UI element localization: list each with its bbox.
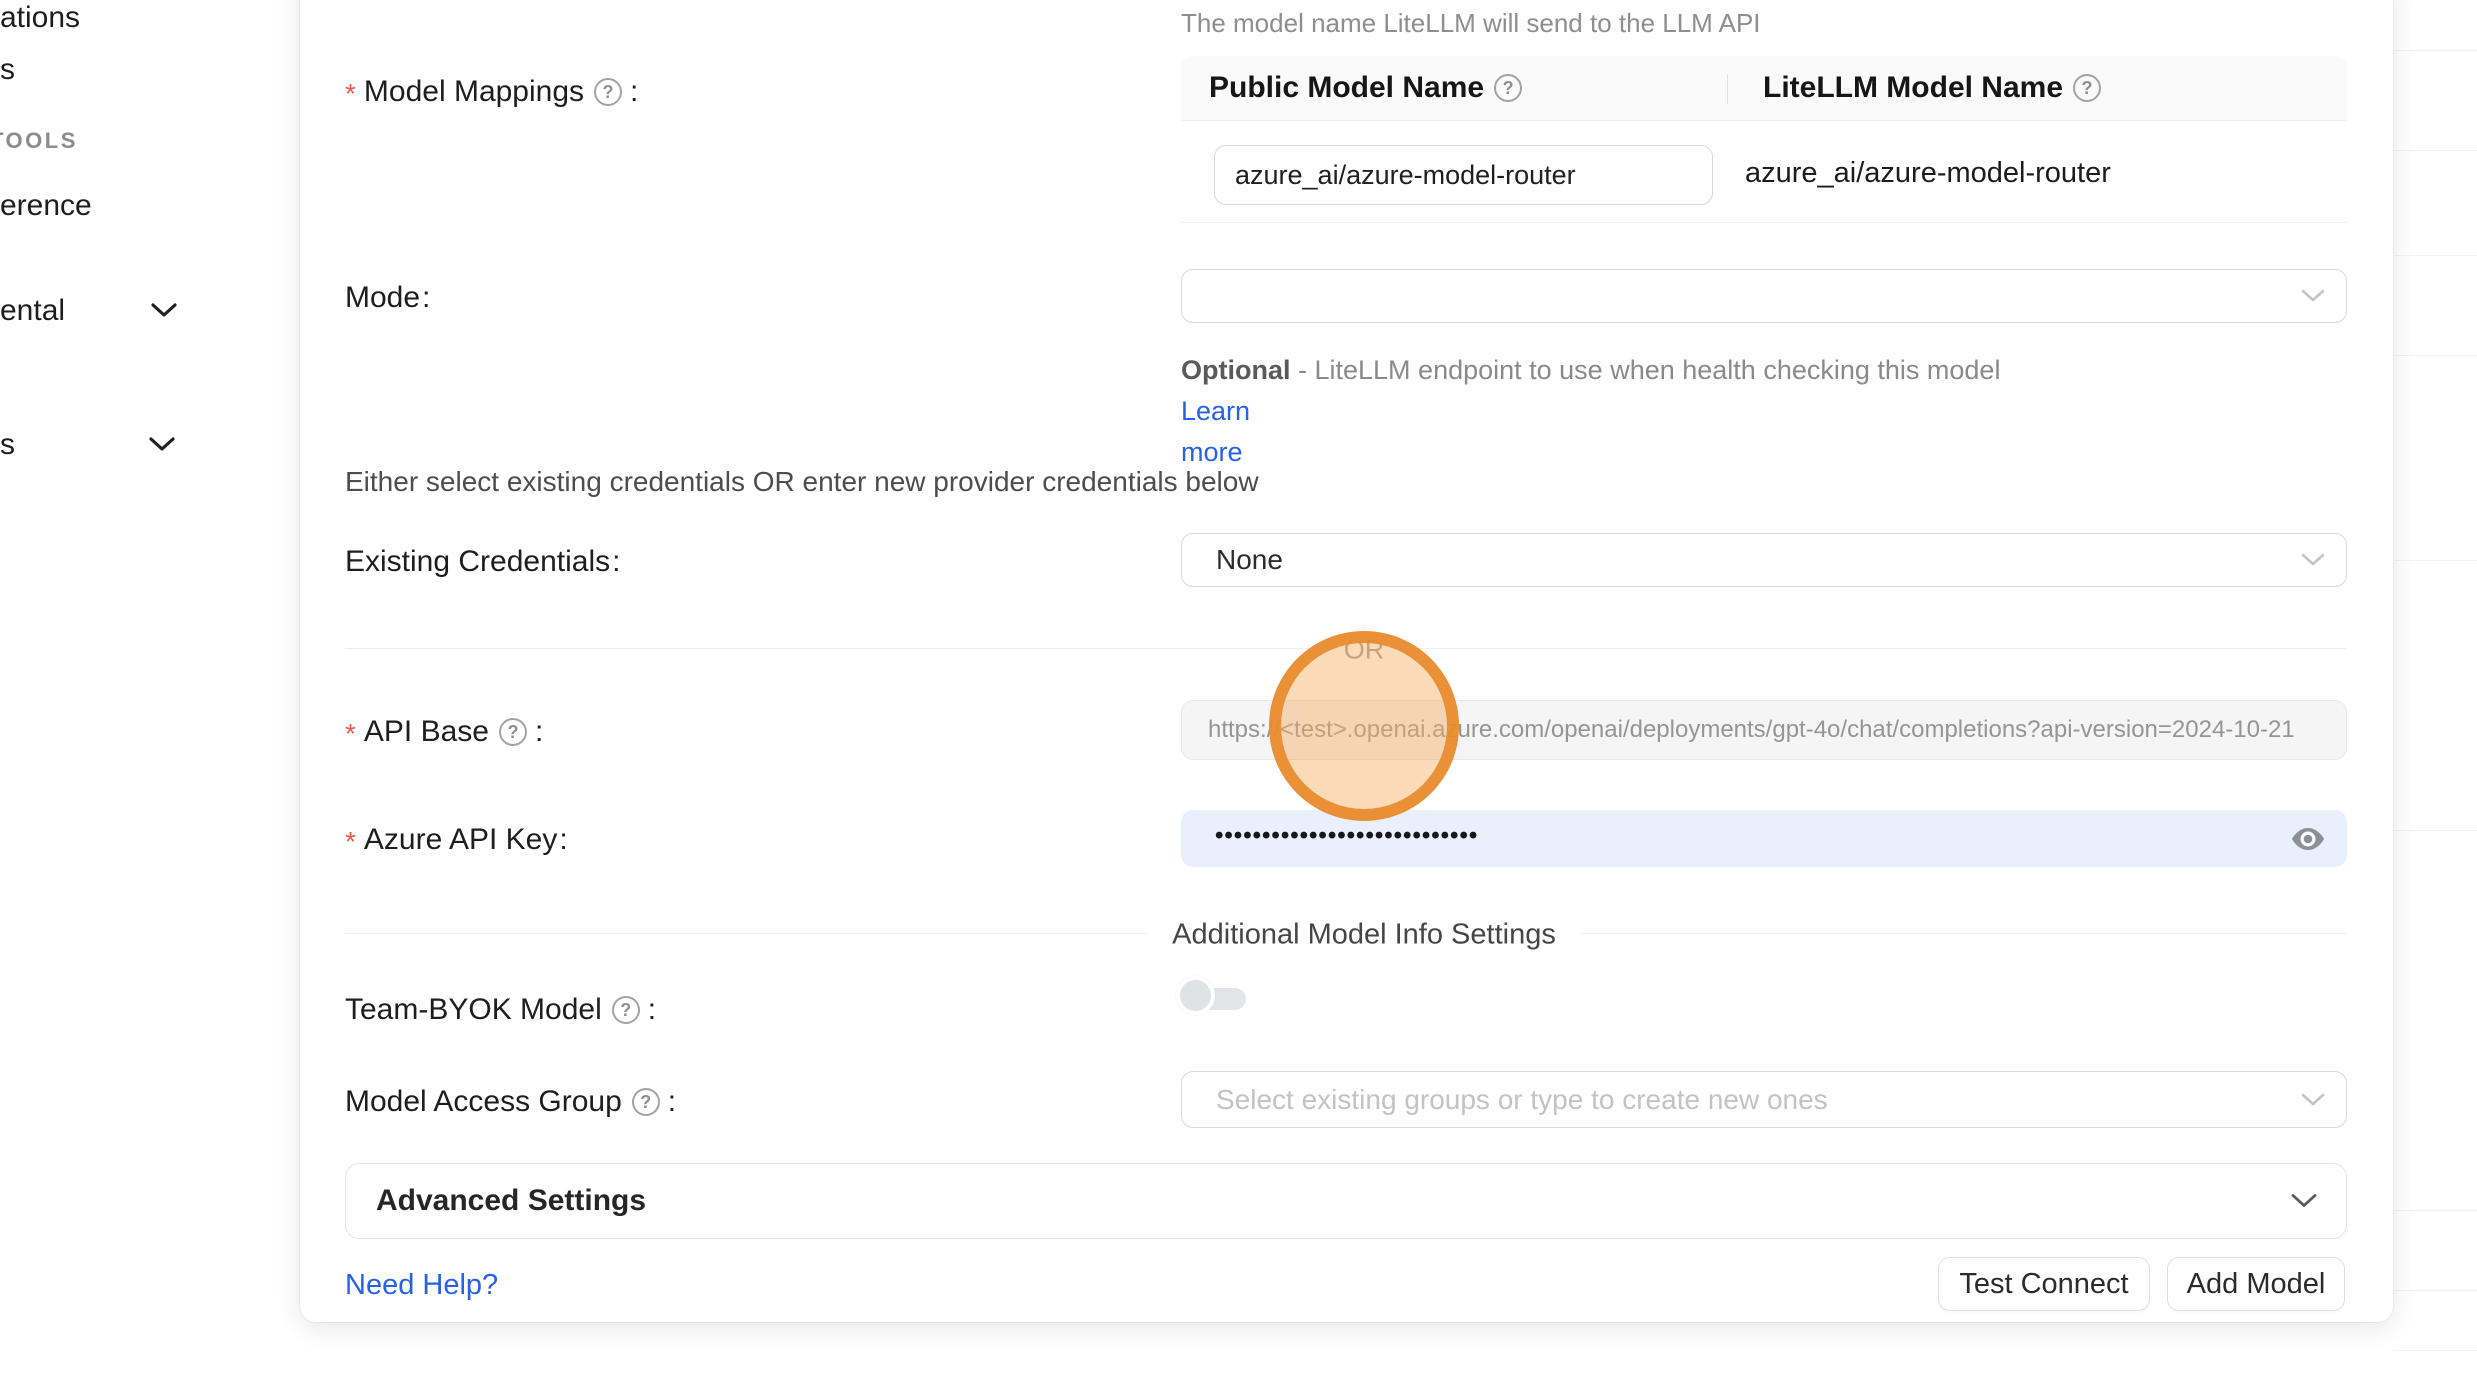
help-icon[interactable]: ? xyxy=(632,1088,660,1116)
help-icon[interactable]: ? xyxy=(1494,74,1522,102)
sidebar-item-clipped[interactable]: s xyxy=(0,427,15,463)
background-row-divider xyxy=(2394,150,2477,151)
label-colon: : xyxy=(668,1085,676,1119)
additional-settings-divider-text: Additional Model Info Settings xyxy=(1148,919,1580,952)
background-row-divider xyxy=(2394,50,2477,51)
existing-credentials-value: None xyxy=(1216,544,1283,576)
api-base-input[interactable]: https://<test>.openai.azure.com/openai/d… xyxy=(1181,700,2347,760)
optional-body: - LiteLLM endpoint to use when health ch… xyxy=(1291,355,2001,385)
chevron-down-icon xyxy=(2290,1193,2318,1210)
mode-select[interactable] xyxy=(1181,269,2347,323)
existing-credentials-label: Existing Credentials : xyxy=(345,545,620,579)
background-row-divider xyxy=(2394,355,2477,356)
team-byok-label: Team-BYOK Model ? : xyxy=(345,993,656,1027)
table-header-row: Public Model Name ? LiteLLM Model Name ? xyxy=(1181,56,2347,121)
sidebar-item-clipped[interactable]: erence xyxy=(0,188,92,224)
mode-help-text: Optional - LiteLLM endpoint to use when … xyxy=(1181,350,2051,473)
mode-label: Mode : xyxy=(345,281,430,315)
azure-api-key-label-text: Azure API Key xyxy=(364,823,557,857)
label-colon: : xyxy=(612,545,620,579)
model-access-group-label: Model Access Group ? : xyxy=(345,1085,676,1119)
help-icon[interactable]: ? xyxy=(612,996,640,1024)
model-name-hint: The model name LiteLLM will send to the … xyxy=(1181,8,1761,39)
or-divider-text: OR xyxy=(1328,635,1401,666)
background-row-divider xyxy=(2394,1290,2477,1291)
background-row-divider xyxy=(2394,1210,2477,1211)
sidebar-item-clipped[interactable]: ental xyxy=(0,293,65,329)
azure-api-key-input[interactable]: •••••••••••••••••••••••••••• xyxy=(1181,810,2347,867)
label-colon: : xyxy=(648,993,656,1027)
azure-api-key-label: * Azure API Key : xyxy=(345,822,568,858)
team-byok-toggle[interactable] xyxy=(1176,976,1250,1016)
learn-more-link[interactable]: Learn xyxy=(1181,396,1250,426)
mode-label-text: Mode xyxy=(345,281,420,315)
team-byok-label-text: Team-BYOK Model xyxy=(345,993,602,1027)
model-mappings-label-text: Model Mappings xyxy=(364,75,584,109)
column-divider xyxy=(1727,74,1728,104)
model-mappings-label: * Model Mappings ? : xyxy=(345,74,638,110)
column-header-public-model-name: Public Model Name ? xyxy=(1181,71,1745,105)
table-row: azure_ai/azure-model-router xyxy=(1181,121,2347,223)
column-header-text: Public Model Name xyxy=(1209,71,1484,105)
api-base-label-text: API Base xyxy=(364,715,489,749)
sidebar-item-clipped[interactable]: ations xyxy=(0,0,80,36)
label-colon: : xyxy=(559,823,567,857)
background-row-divider xyxy=(2394,830,2477,831)
app-root: ations s TOOLS erence ental s The model … xyxy=(0,0,2477,1385)
need-help-link[interactable]: Need Help? xyxy=(345,1269,498,1302)
help-icon[interactable]: ? xyxy=(594,78,622,106)
help-icon[interactable]: ? xyxy=(2073,74,2101,102)
background-row-divider xyxy=(2394,1350,2477,1351)
background-row-divider xyxy=(2394,255,2477,256)
chevron-down-icon xyxy=(2300,552,2326,568)
chevron-down-icon xyxy=(2300,288,2326,304)
label-colon: : xyxy=(630,75,638,109)
column-header-text: LiteLLM Model Name xyxy=(1763,71,2063,105)
required-asterisk: * xyxy=(345,78,356,110)
background-row-divider xyxy=(2394,560,2477,561)
litellm-model-name-value: azure_ai/azure-model-router xyxy=(1745,157,2111,190)
column-header-litellm-model-name: LiteLLM Model Name ? xyxy=(1745,71,2101,105)
masked-api-key: •••••••••••••••••••••••••••• xyxy=(1215,822,1478,850)
model-access-group-label-text: Model Access Group xyxy=(345,1085,622,1119)
public-model-name-input[interactable] xyxy=(1214,145,1713,205)
api-base-value: https://<test>.openai.azure.com/openai/d… xyxy=(1208,716,2295,744)
test-connect-button[interactable]: Test Connect xyxy=(1938,1257,2150,1311)
optional-bold: Optional xyxy=(1181,355,1291,385)
advanced-settings-toggle[interactable]: Advanced Settings xyxy=(345,1163,2347,1239)
sidebar-section-tools: TOOLS xyxy=(0,128,78,154)
model-mappings-table: Public Model Name ? LiteLLM Model Name ?… xyxy=(1181,56,2347,223)
toggle-knob xyxy=(1176,976,1215,1015)
advanced-settings-label: Advanced Settings xyxy=(346,1184,646,1218)
label-colon: : xyxy=(422,281,430,315)
required-asterisk: * xyxy=(345,826,356,858)
chevron-down-icon xyxy=(2300,1092,2326,1108)
sidebar-item-clipped[interactable]: s xyxy=(0,52,15,88)
model-access-group-select[interactable]: Select existing groups or type to create… xyxy=(1181,1071,2347,1128)
help-icon[interactable]: ? xyxy=(499,718,527,746)
add-model-button[interactable]: Add Model xyxy=(2167,1257,2345,1311)
model-access-group-placeholder: Select existing groups or type to create… xyxy=(1182,1084,1828,1116)
required-asterisk: * xyxy=(345,718,356,750)
eye-icon[interactable] xyxy=(2291,825,2325,853)
api-base-label: * API Base ? : xyxy=(345,714,543,750)
chevron-down-icon xyxy=(150,302,178,318)
credentials-note: Either select existing credentials OR en… xyxy=(345,466,1259,498)
learn-more-link[interactable]: more xyxy=(1181,437,1243,467)
existing-credentials-label-text: Existing Credentials xyxy=(345,545,610,579)
label-colon: : xyxy=(535,715,543,749)
chevron-down-icon xyxy=(148,436,176,452)
existing-credentials-select[interactable]: None xyxy=(1181,533,2347,587)
